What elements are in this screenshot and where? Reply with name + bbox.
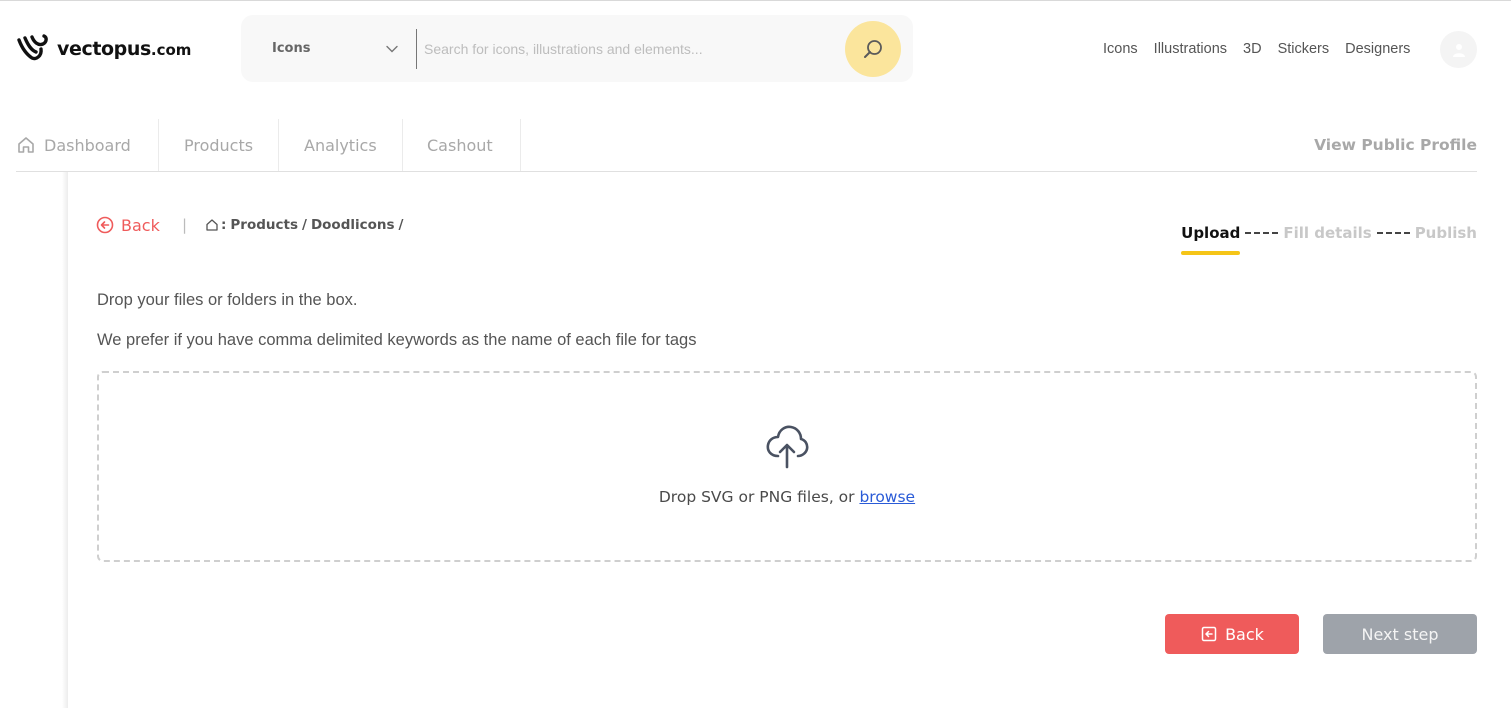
- home-icon[interactable]: [205, 218, 219, 232]
- back-button-label: Back: [1225, 624, 1264, 644]
- breadcrumb-slash: /: [302, 217, 307, 233]
- browse-link[interactable]: browse: [859, 488, 915, 506]
- cloud-upload-icon: [766, 425, 809, 469]
- dashboard-tabs: Dashboard Products Analytics Cashout Vie…: [16, 119, 1477, 172]
- brand-name: vectopus: [57, 38, 151, 60]
- upload-steps: Upload Fill details Publish: [1181, 222, 1477, 255]
- avatar[interactable]: [1440, 31, 1477, 68]
- nav-stickers[interactable]: Stickers: [1278, 41, 1330, 57]
- breadcrumb-colon: :: [221, 217, 227, 233]
- search-input[interactable]: [424, 33, 834, 64]
- step-fill-details: Fill details: [1283, 224, 1372, 242]
- tab-label: Cashout: [427, 135, 493, 155]
- search-divider: [416, 29, 417, 69]
- logo[interactable]: vectopus.com: [16, 32, 191, 66]
- dropzone-text: Drop SVG or PNG files, or: [658, 488, 860, 506]
- instruction-text: We prefer if you have comma delimited ke…: [97, 331, 697, 349]
- breadcrumb-doodlicons[interactable]: Doodlicons: [311, 217, 395, 233]
- exit-icon: [1201, 626, 1217, 642]
- tab-dashboard[interactable]: Dashboard: [16, 119, 159, 171]
- step-connector: [1245, 232, 1279, 234]
- search-icon: [864, 40, 882, 58]
- tab-label: Dashboard: [44, 135, 131, 155]
- step-connector: [1376, 232, 1410, 234]
- search-bar: Icons: [241, 15, 913, 82]
- search-type-select[interactable]: Icons: [272, 15, 310, 82]
- file-dropzone[interactable]: Drop SVG or PNG files, or browse: [97, 371, 1477, 562]
- user-icon: [1452, 43, 1465, 57]
- home-icon: [18, 137, 34, 153]
- nav-designers[interactable]: Designers: [1345, 41, 1410, 57]
- nav-icons[interactable]: Icons: [1103, 41, 1138, 57]
- breadcrumb-slash: /: [398, 217, 404, 233]
- arrow-left-circle-icon: [96, 216, 114, 234]
- tab-label: Products: [184, 135, 254, 155]
- chevron-down-icon[interactable]: [385, 42, 399, 56]
- tab-analytics[interactable]: Analytics: [279, 119, 403, 171]
- step-publish: Publish: [1414, 224, 1477, 242]
- top-border: [0, 0, 1511, 1]
- back-link[interactable]: Back: [96, 215, 160, 235]
- breadcrumb-products[interactable]: Products: [230, 217, 298, 233]
- nav-illustrations[interactable]: Illustrations: [1154, 41, 1227, 57]
- back-button[interactable]: Back: [1165, 614, 1299, 654]
- top-nav: Icons Illustrations 3D Stickers Designer…: [1103, 38, 1426, 60]
- sidebar-shadow: [62, 172, 68, 708]
- step-upload: Upload: [1181, 224, 1241, 255]
- tab-cashout[interactable]: Cashout: [403, 119, 521, 171]
- breadcrumb-separator: |: [182, 216, 188, 234]
- nav-3d[interactable]: 3D: [1243, 41, 1262, 57]
- tab-label: Analytics: [304, 135, 377, 155]
- instruction-text: Drop your files or folders in the box.: [97, 291, 358, 309]
- next-step-button[interactable]: Next step: [1323, 614, 1477, 654]
- breadcrumb: : Products / Doodlicons /: [205, 215, 407, 235]
- brand-domain: .com: [150, 41, 192, 59]
- tab-products[interactable]: Products: [159, 119, 279, 171]
- octopus-logo-icon: [17, 34, 48, 61]
- back-link-label: Back: [121, 215, 160, 235]
- view-public-profile-link[interactable]: View Public Profile: [1314, 119, 1477, 171]
- search-button[interactable]: [845, 21, 901, 77]
